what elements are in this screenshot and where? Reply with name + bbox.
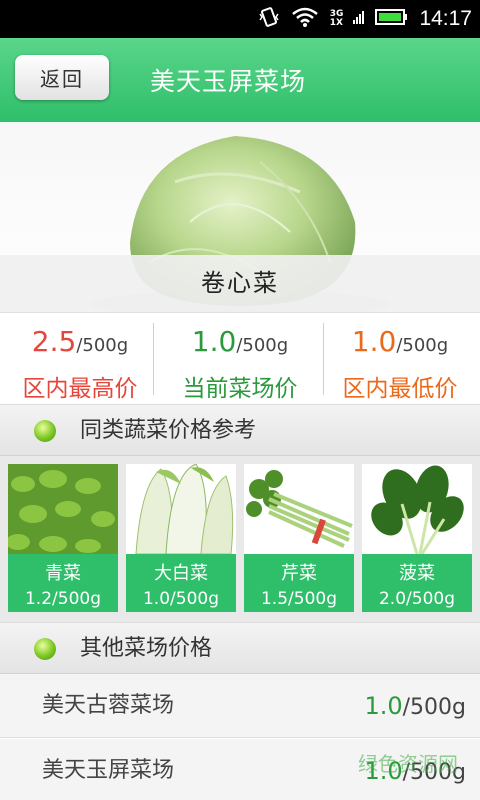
vibrate-icon <box>258 6 280 32</box>
title-bar: 返回 美天玉屏菜场 <box>0 38 480 122</box>
veg-caption: 青菜 1.2/500g <box>8 554 118 612</box>
veg-name: 菠菜 <box>399 563 435 584</box>
qincai-image <box>244 464 354 554</box>
veg-caption: 菠菜 2.0/500g <box>362 554 472 612</box>
veg-name: 芹菜 <box>281 563 317 584</box>
similar-section-header: 同类蔬菜价格参考 <box>0 404 480 456</box>
veg-caption: 芹菜 1.5/500g <box>244 554 354 612</box>
page-title: 美天玉屏菜场 <box>150 67 307 96</box>
veg-price: 2.0/500g <box>378 589 455 609</box>
section-title: 其他菜场价格 <box>80 636 213 661</box>
status-bar: 3G 1X 14:17 <box>0 0 480 38</box>
price-unit: /500g <box>236 335 289 356</box>
bocai-image <box>362 464 472 554</box>
other-markets-header: 其他菜场价格 <box>0 622 480 674</box>
veg-price: 1.5/500g <box>260 589 337 609</box>
clock: 14:17 <box>419 7 472 30</box>
product-name: 卷心菜 <box>0 255 480 312</box>
veg-name: 大白菜 <box>154 563 208 584</box>
price-unit: /500g <box>396 335 449 356</box>
price-unit: /500g <box>76 335 129 356</box>
wifi-icon <box>290 6 320 32</box>
veg-caption: 大白菜 1.0/500g <box>126 554 236 612</box>
divider <box>153 323 154 395</box>
qingcai-image <box>8 464 118 554</box>
veg-card-bocai[interactable]: 菠菜 2.0/500g <box>362 464 472 612</box>
price-label: 当前菜场价 <box>182 376 298 402</box>
price-lowest: 1.0/500g 区内最低价 <box>320 313 480 405</box>
bullet-icon <box>34 638 56 660</box>
veg-card-qingcai[interactable]: 青菜 1.2/500g <box>8 464 118 612</box>
price-value: 2.5 <box>31 325 77 358</box>
price-highest: 2.5/500g 区内最高价 <box>0 313 160 405</box>
dabaicai-image <box>126 464 236 554</box>
section-title: 同类蔬菜价格参考 <box>80 418 257 443</box>
market-price: 1.0/500g <box>364 692 466 720</box>
list-item[interactable]: 美天古蓉菜场 1.0/500g <box>0 674 480 738</box>
market-name: 美天玉屏菜场 <box>42 758 175 783</box>
price-summary: 2.5/500g 区内最高价 1.0/500g 当前菜场价 1.0/500g 区… <box>0 312 480 404</box>
signal-icon <box>353 6 365 32</box>
market-name: 美天古蓉菜场 <box>42 693 175 718</box>
price-value: 1.0 <box>351 325 397 358</box>
veg-name: 青菜 <box>45 563 81 584</box>
price-label: 区内最高价 <box>22 376 138 402</box>
veg-price: 1.2/500g <box>24 589 101 609</box>
similar-vegetables: 青菜 1.2/500g 大白菜 1.0/500g 芹菜 1.5/500g 菠菜 … <box>0 456 480 622</box>
veg-card-dabaicai[interactable]: 大白菜 1.0/500g <box>126 464 236 612</box>
watermark: 绿色资源网 <box>358 752 458 776</box>
price-current: 1.0/500g 当前菜场价 <box>160 313 320 405</box>
price-value: 1.0 <box>191 325 237 358</box>
bullet-icon <box>34 420 56 442</box>
network-type: 3G 1X <box>329 9 344 28</box>
veg-card-qincai[interactable]: 芹菜 1.5/500g <box>244 464 354 612</box>
veg-price: 1.0/500g <box>142 589 219 609</box>
battery-icon <box>375 7 409 31</box>
price-label: 区内最低价 <box>342 376 458 402</box>
back-button[interactable]: 返回 <box>15 55 109 100</box>
